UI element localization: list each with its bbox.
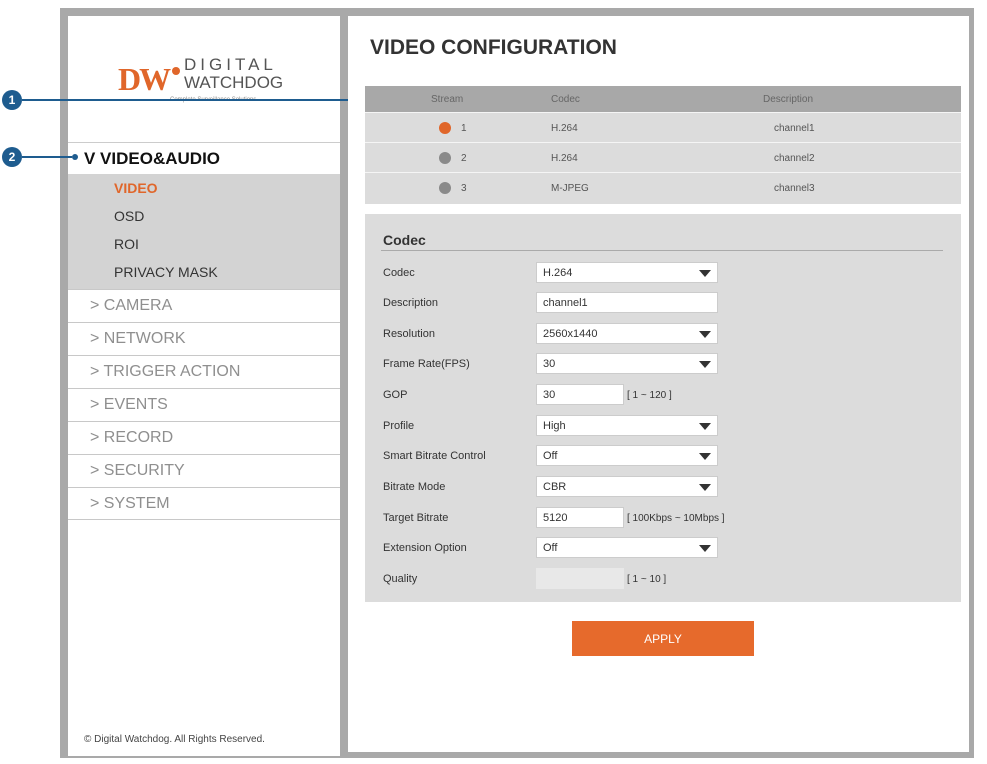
bitrate-mode-select[interactable]: CBR (536, 476, 718, 497)
stream-number: 3 (461, 183, 467, 194)
sidebar: DW DIGITAL WATCHDOG Complete Surveillanc… (68, 16, 340, 756)
header-codec: Codec (551, 94, 580, 105)
nav-item-network[interactable]: > NETWORK (68, 322, 340, 355)
header-description: Description (763, 94, 814, 105)
stream-number: 2 (461, 153, 467, 164)
target-bitrate-label: Target Bitrate (383, 512, 449, 524)
main-content: VIDEO CONFIGURATION Stream Codec Descrip… (348, 16, 969, 752)
nav-item-security[interactable]: > SECURITY (68, 454, 340, 487)
submenu-item-roi[interactable]: ROI (114, 236, 139, 252)
frame-rate-label: Frame Rate(FPS) (383, 358, 470, 370)
submenu-item-privacy-mask[interactable]: PRIVACY MASK (114, 264, 218, 280)
stream-number: 1 (461, 123, 467, 134)
logo-line2: WATCHDOG (184, 73, 284, 92)
stream-radio-icon[interactable] (439, 182, 451, 194)
frame-rate-select[interactable]: 30 (536, 353, 718, 374)
nav-item-system[interactable]: > SYSTEM (68, 487, 340, 520)
codec-label: Codec (383, 267, 415, 279)
gop-range-hint: [ 1 ~ 120 ] (627, 390, 672, 401)
quality-input (536, 568, 624, 589)
nav-item-camera[interactable]: > CAMERA (68, 289, 340, 322)
bitrate-mode-label: Bitrate Mode (383, 481, 446, 493)
copyright-footer: © Digital Watchdog. All Rights Reserved. (84, 734, 265, 745)
nav-item-record[interactable]: > RECORD (68, 421, 340, 454)
nav-section-video-audio[interactable]: V VIDEO&AUDIO (68, 142, 340, 174)
stream-row[interactable]: 1 H.264 channel1 (365, 112, 961, 142)
stream-codec: H.264 (551, 123, 578, 134)
nav-item-events[interactable]: > EVENTS (68, 388, 340, 421)
codec-select[interactable]: H.264 (536, 262, 718, 283)
callout-2-line (22, 156, 72, 158)
target-bitrate-range-hint: [ 100Kbps ~ 10Mbps ] (627, 513, 725, 524)
logo-dot-icon (172, 67, 180, 75)
logo-line1: DIGITAL (184, 55, 277, 74)
stream-table: Stream Codec Description 1 H.264 channel… (365, 86, 961, 204)
stream-description: channel2 (774, 153, 815, 164)
stream-radio-icon[interactable] (439, 152, 451, 164)
stream-codec: M-JPEG (551, 183, 589, 194)
header-stream: Stream (431, 94, 464, 105)
apply-button[interactable]: APPLY (572, 621, 754, 656)
quality-range-hint: [ 1 ~ 10 ] (627, 574, 667, 585)
quality-label: Quality (383, 573, 418, 585)
resolution-select[interactable]: 2560x1440 (536, 323, 718, 344)
stream-description: channel3 (774, 183, 815, 194)
extension-option-select[interactable]: Off (536, 537, 718, 558)
smart-bitrate-label: Smart Bitrate Control (383, 450, 486, 462)
callout-1-badge: 1 (2, 90, 22, 110)
gop-label: GOP (383, 389, 408, 401)
stream-codec: H.264 (551, 153, 578, 164)
stream-table-header: Stream Codec Description (365, 86, 961, 112)
codec-settings-panel: Codec Codec H.264 Description channel1 R… (365, 214, 961, 602)
stream-radio-selected-icon[interactable] (439, 122, 451, 134)
callout-2-badge: 2 (2, 147, 22, 167)
smart-bitrate-select[interactable]: Off (536, 445, 718, 466)
logo-mark: DW (118, 61, 171, 97)
description-label: Description (383, 297, 439, 309)
stream-row[interactable]: 3 M-JPEG channel3 (365, 172, 961, 202)
target-bitrate-input[interactable]: 5120 (536, 507, 624, 528)
panel-title: Codec (383, 232, 426, 248)
nav-item-trigger-action[interactable]: > TRIGGER ACTION (68, 355, 340, 388)
profile-select[interactable]: High (536, 415, 718, 436)
callout-2-dot (72, 154, 78, 160)
video-audio-submenu: VIDEO OSD ROI PRIVACY MASK (68, 174, 340, 289)
stream-description: channel1 (774, 123, 815, 134)
description-input[interactable]: channel1 (536, 292, 718, 313)
extension-option-label: Extension Option (383, 542, 467, 554)
stream-row[interactable]: 2 H.264 channel2 (365, 142, 961, 172)
page-title: VIDEO CONFIGURATION (370, 36, 617, 59)
digital-watchdog-logo: DW DIGITAL WATCHDOG Complete Surveillanc… (118, 53, 288, 113)
panel-divider (381, 250, 943, 251)
submenu-item-video[interactable]: VIDEO (114, 180, 158, 196)
gop-input[interactable]: 30 (536, 384, 624, 405)
profile-label: Profile (383, 420, 415, 432)
submenu-item-osd[interactable]: OSD (114, 208, 144, 224)
resolution-label: Resolution (383, 328, 435, 340)
